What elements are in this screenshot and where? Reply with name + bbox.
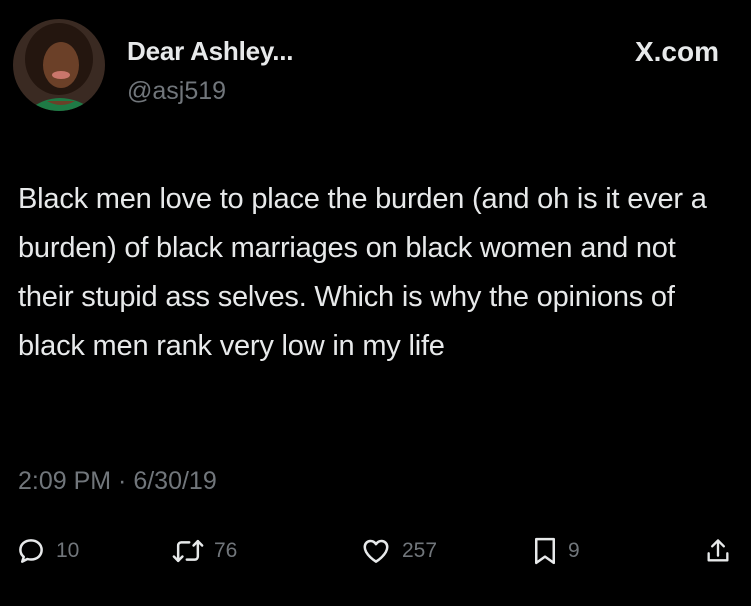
avatar[interactable] (13, 19, 105, 111)
retweet-count: 76 (214, 539, 238, 562)
reply-count: 10 (56, 539, 80, 562)
share-upload-icon (704, 536, 732, 566)
tweet-text: Black men love to place the burden (and … (18, 183, 707, 362)
source-label: X.com (634, 36, 719, 67)
speech-bubble-icon (16, 536, 46, 566)
bookmark-button[interactable]: 9 (532, 536, 580, 566)
author-display-name[interactable]: Dear Ashley... (127, 36, 293, 67)
bookmark-count: 9 (568, 539, 580, 562)
bookmark-icon (532, 536, 558, 566)
tweet-timestamp[interactable]: 2:09 PM · 6/30/19 (18, 467, 217, 496)
share-button[interactable] (704, 536, 732, 566)
like-button[interactable]: 257 (360, 536, 437, 566)
reply-button[interactable]: 10 (16, 536, 79, 566)
retweet-arrows-icon (172, 536, 204, 566)
heart-icon (360, 536, 392, 566)
author-handle[interactable]: @asj519 (127, 77, 226, 106)
like-count: 257 (402, 539, 438, 562)
retweet-button[interactable]: 76 (172, 536, 237, 566)
